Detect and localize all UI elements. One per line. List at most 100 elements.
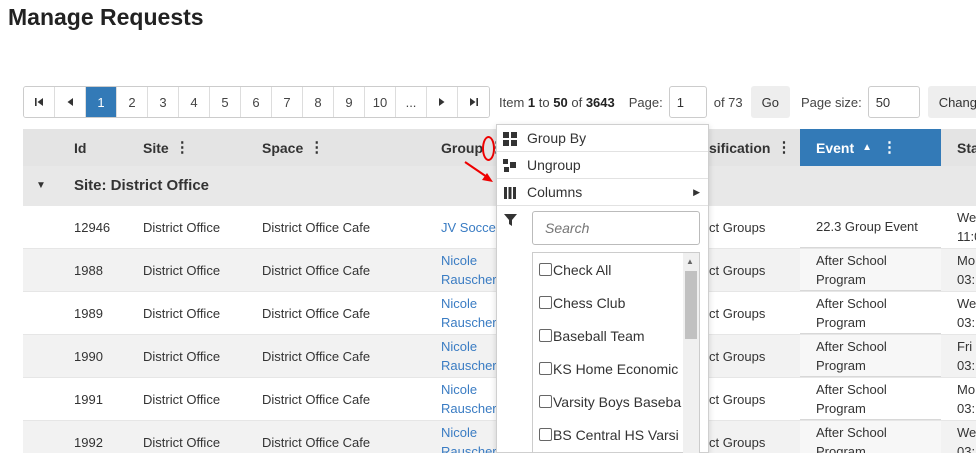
page-button-1[interactable]: 1 bbox=[86, 87, 117, 117]
cell-classification: ct Groups bbox=[709, 335, 765, 377]
filter-checkbox[interactable] bbox=[539, 395, 552, 408]
next-page-icon bbox=[439, 98, 445, 106]
last-page-button[interactable] bbox=[458, 87, 489, 117]
column-header-id[interactable]: Id bbox=[74, 129, 86, 166]
cell-text: Rauscher bbox=[441, 272, 497, 287]
cell-text: 1991 bbox=[74, 391, 103, 407]
cell-event: After School Program bbox=[800, 335, 941, 377]
cell-group[interactable]: JV Socce bbox=[441, 206, 499, 248]
filter-list-item[interactable]: Check All bbox=[533, 253, 699, 286]
item-to: 50 bbox=[553, 94, 568, 110]
page-button-5[interactable]: 5 bbox=[210, 87, 241, 117]
filter-icon bbox=[504, 214, 517, 226]
column-menu: Group By Ungroup Columns ▶ Check All Ches… bbox=[496, 124, 709, 453]
page-button-more[interactable]: ... bbox=[396, 87, 427, 117]
scroll-up-icon[interactable]: ▲ bbox=[686, 257, 694, 266]
column-menu-icon[interactable]: ⋮ bbox=[776, 140, 791, 155]
prev-page-icon bbox=[67, 98, 73, 106]
filter-checkbox[interactable] bbox=[539, 362, 552, 375]
cell-group[interactable]: Nicole Rauscher bbox=[441, 292, 499, 334]
cell-classification: ct Groups bbox=[709, 292, 765, 334]
filter-list-item[interactable]: Baseball Team bbox=[533, 319, 699, 352]
filter-list-item[interactable]: Varsity Boys Baseba bbox=[533, 385, 699, 418]
page-button-4[interactable]: 4 bbox=[179, 87, 210, 117]
column-menu-icon[interactable]: ⋮ bbox=[175, 140, 190, 155]
menu-item-columns[interactable]: Columns ▶ bbox=[497, 179, 708, 206]
filter-checkbox[interactable] bbox=[539, 296, 552, 309]
cell-text: District Office bbox=[143, 305, 221, 321]
cell-group[interactable]: Nicole Rauscher bbox=[441, 421, 499, 453]
cell-id: 1991 bbox=[74, 378, 103, 420]
cell-text: After School bbox=[816, 381, 887, 397]
column-menu-icon[interactable]: ⋮ bbox=[309, 140, 324, 155]
cell-id: 12946 bbox=[74, 206, 110, 248]
cell-id: 1992 bbox=[74, 421, 103, 453]
annotation-arrow-icon bbox=[464, 161, 493, 182]
cell-text: District Office Cafe bbox=[262, 262, 371, 278]
page-button-6[interactable]: 6 bbox=[241, 87, 272, 117]
filter-list-item[interactable]: KS Home Economic bbox=[533, 352, 699, 385]
group-label: Site: District Office bbox=[74, 177, 210, 194]
column-header-start[interactable]: Sta bbox=[957, 129, 976, 166]
cell-text: ct Groups bbox=[709, 391, 766, 407]
page-button-9[interactable]: 9 bbox=[334, 87, 365, 117]
page-button-3[interactable]: 3 bbox=[148, 87, 179, 117]
cell-text: Program bbox=[816, 443, 866, 453]
last-page-icon bbox=[469, 98, 478, 106]
cell-text: District Office bbox=[143, 262, 221, 278]
cell-text: District Office Cafe bbox=[262, 391, 371, 407]
cell-site: District Office bbox=[143, 292, 220, 334]
collapse-toggle-icon[interactable]: ▼ bbox=[36, 180, 46, 191]
column-header-classification[interactable]: sification ⋮ bbox=[709, 129, 791, 166]
cell-text: District Office bbox=[143, 434, 221, 450]
prev-page-button[interactable] bbox=[55, 87, 86, 117]
cell-text: Program bbox=[816, 357, 866, 373]
first-page-button[interactable] bbox=[24, 87, 55, 117]
page-button-7[interactable]: 7 bbox=[272, 87, 303, 117]
cell-start: Fri 03: bbox=[957, 335, 976, 377]
cell-text: 1990 bbox=[74, 348, 103, 364]
cell-text: 03: bbox=[957, 444, 976, 453]
columns-icon bbox=[504, 187, 516, 199]
page-number-input[interactable] bbox=[668, 86, 707, 118]
cell-classification: ct Groups bbox=[709, 206, 765, 248]
filter-list-item[interactable]: Chess Club bbox=[533, 286, 699, 319]
page-button-8[interactable]: 8 bbox=[303, 87, 334, 117]
filter-checkbox[interactable] bbox=[539, 329, 552, 342]
filter-list-scrollbar[interactable]: ▲ bbox=[683, 253, 699, 453]
filter-list-item[interactable]: BS Central HS Varsi bbox=[533, 418, 699, 451]
cell-text: District Office bbox=[143, 348, 221, 364]
cell-text: Program bbox=[816, 271, 866, 287]
go-button[interactable]: Go bbox=[750, 86, 790, 118]
scrollbar-thumb[interactable] bbox=[685, 271, 697, 339]
filter-search-input[interactable] bbox=[532, 211, 700, 245]
cell-group[interactable]: Nicole Rauscher bbox=[441, 249, 499, 291]
cell-group[interactable]: Nicole Rauscher bbox=[441, 378, 499, 420]
column-header-space[interactable]: Space ⋮ bbox=[262, 129, 324, 166]
menu-item-ungroup[interactable]: Ungroup bbox=[497, 152, 708, 179]
sort-ascending-icon: ▲ bbox=[862, 142, 873, 153]
page-label: Page: bbox=[628, 94, 663, 110]
next-page-button[interactable] bbox=[427, 87, 458, 117]
page-size-input[interactable] bbox=[867, 86, 920, 118]
item-prefix: Item bbox=[499, 94, 525, 110]
cell-text: 03: bbox=[957, 315, 976, 330]
cell-text: After School bbox=[816, 295, 887, 311]
cell-text: District Office Cafe bbox=[262, 348, 371, 364]
menu-item-group-by[interactable]: Group By bbox=[497, 125, 708, 152]
cell-site: District Office bbox=[143, 335, 220, 377]
cell-text: ct Groups bbox=[709, 305, 766, 321]
column-header-site[interactable]: Site ⋮ bbox=[143, 129, 190, 166]
page-button-2[interactable]: 2 bbox=[117, 87, 148, 117]
cell-text: 03: bbox=[957, 358, 976, 373]
filter-checkbox[interactable] bbox=[539, 428, 552, 441]
change-button[interactable]: Change bbox=[927, 86, 976, 118]
page-button-10[interactable]: 10 bbox=[365, 87, 396, 117]
filter-checkbox[interactable] bbox=[539, 263, 552, 276]
column-header-event[interactable]: Event ▲ ⋮ bbox=[800, 129, 941, 166]
cell-text: We bbox=[957, 425, 976, 440]
column-menu-icon[interactable]: ⋮ bbox=[882, 140, 897, 155]
first-page-icon bbox=[35, 98, 43, 106]
cell-group[interactable]: Nicole Rauscher bbox=[441, 335, 499, 377]
filter-item-label: Check All bbox=[553, 261, 612, 278]
